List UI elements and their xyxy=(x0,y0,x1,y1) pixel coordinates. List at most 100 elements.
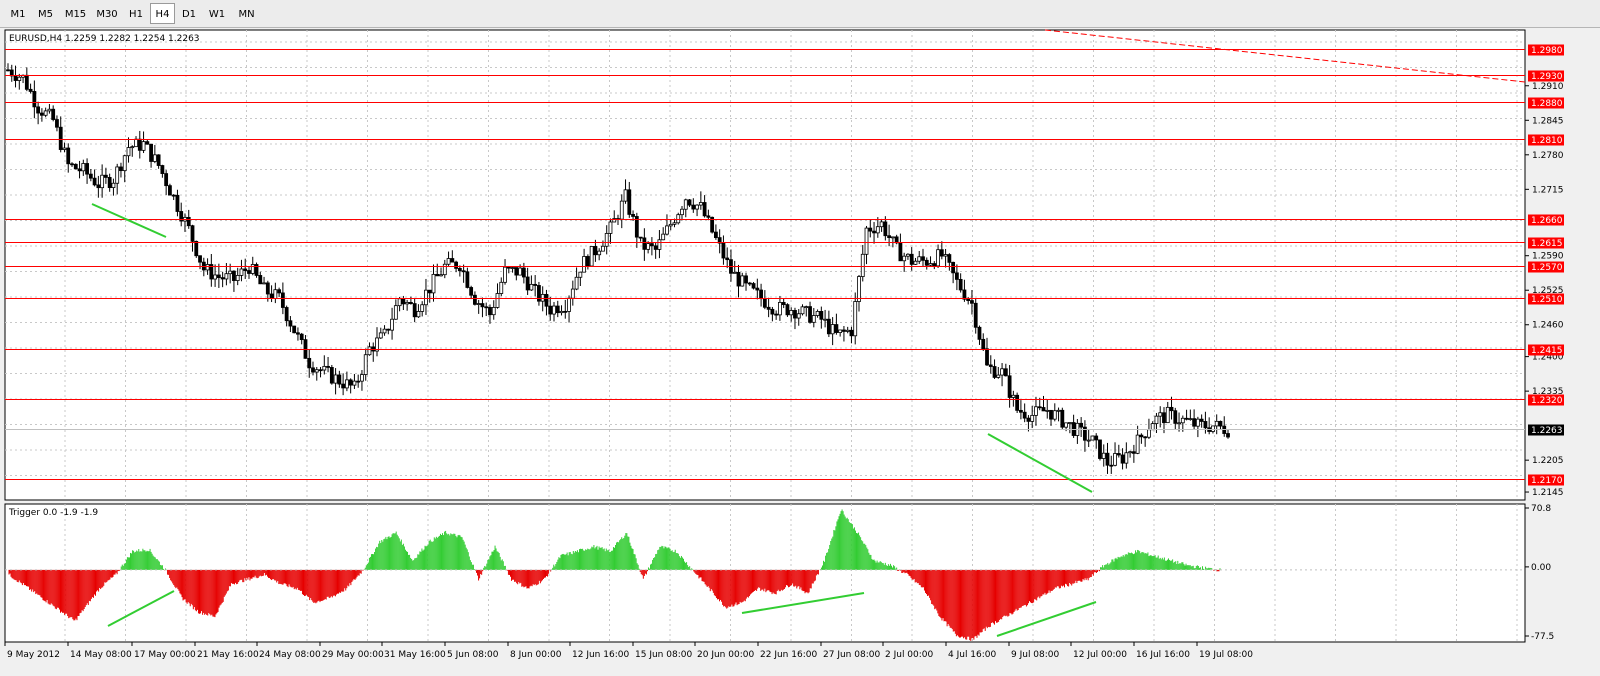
timeframe-button-w1[interactable]: W1 xyxy=(203,3,231,24)
time-axis-label: 9 May 2012 xyxy=(7,650,60,660)
candle-body xyxy=(924,259,929,266)
candle-body xyxy=(762,298,767,308)
candle-body xyxy=(958,278,963,291)
candle-body xyxy=(1034,406,1038,416)
candle-body xyxy=(243,268,248,271)
timeframe-button-d1[interactable]: D1 xyxy=(176,3,202,24)
candle-body xyxy=(823,318,827,321)
candle-body xyxy=(499,281,504,294)
candle-body xyxy=(988,364,993,367)
candle-body xyxy=(333,374,338,384)
timeframe-button-mn[interactable]: MN xyxy=(232,3,261,24)
candle-body xyxy=(725,257,730,261)
candle-body xyxy=(39,112,44,116)
candle-body xyxy=(454,261,458,269)
candle-body xyxy=(819,311,824,320)
candle-body xyxy=(909,253,914,265)
candle-body xyxy=(894,236,899,244)
candle-body xyxy=(1030,414,1035,422)
candle-body xyxy=(363,354,368,375)
timeframe-button-h4[interactable]: H4 xyxy=(150,3,175,24)
candle-body xyxy=(778,302,782,316)
candle-body xyxy=(13,75,18,81)
candle-body xyxy=(977,326,982,340)
candle-body xyxy=(111,182,116,189)
timeframe-button-m1[interactable]: M1 xyxy=(5,3,31,24)
candle-body xyxy=(352,380,357,386)
candle-body xyxy=(759,289,763,300)
candle-body xyxy=(510,267,515,269)
candle-body xyxy=(917,256,922,262)
candle-body xyxy=(785,304,790,316)
candle-body xyxy=(774,313,779,316)
candle-body xyxy=(85,163,89,175)
candle-body xyxy=(1067,422,1072,424)
main-chart-header: EURUSD,H4 1.2259 1.2282 1.2254 1.2263 xyxy=(9,34,200,44)
candle-body xyxy=(104,174,108,178)
candle-body xyxy=(1041,407,1046,412)
timeframe-button-m15[interactable]: M15 xyxy=(60,3,91,24)
candle-body xyxy=(1116,453,1121,456)
candle-body xyxy=(420,304,425,312)
price-level-label: 1.2320 xyxy=(1531,396,1563,406)
candle-body xyxy=(119,166,123,172)
candle-body xyxy=(405,301,410,305)
candle-body xyxy=(58,126,63,150)
candle-body xyxy=(845,329,850,332)
candle-body xyxy=(1135,434,1140,454)
candle-body xyxy=(480,303,485,308)
candle-body xyxy=(367,346,372,356)
candle-body xyxy=(838,329,843,333)
candle-body xyxy=(107,177,112,189)
candle-body xyxy=(280,292,285,308)
candle-body xyxy=(781,302,786,306)
candle-body xyxy=(665,225,669,235)
candle-body xyxy=(608,221,613,234)
candle-body xyxy=(390,318,394,331)
candle-body xyxy=(875,226,880,234)
candle-body xyxy=(265,282,270,295)
time-axis-label: 12 Jun 16:00 xyxy=(572,650,629,660)
candle-body xyxy=(811,315,816,323)
candle-body xyxy=(439,274,443,277)
candle-body xyxy=(427,289,432,294)
candle-body xyxy=(1090,435,1095,441)
candle-body xyxy=(382,328,387,334)
candle-body xyxy=(431,273,436,294)
time-axis-label: 16 Jul 16:00 xyxy=(1136,650,1190,660)
candle-body xyxy=(235,275,240,281)
candle-body xyxy=(450,258,455,263)
candle-body xyxy=(356,380,361,383)
time-axis-label: 27 Jun 08:00 xyxy=(823,650,880,660)
candle-body xyxy=(698,202,703,206)
price-axis-label: 1.2780 xyxy=(1532,151,1564,161)
candle-body xyxy=(1098,439,1102,459)
candle-body xyxy=(96,184,101,189)
candle-body xyxy=(800,306,805,315)
timeframe-button-m5[interactable]: M5 xyxy=(32,3,59,24)
candle-body xyxy=(702,202,707,217)
candle-body xyxy=(461,270,466,273)
candle-body xyxy=(932,263,937,267)
candle-body xyxy=(6,69,10,72)
candle-body xyxy=(623,189,628,202)
candle-body xyxy=(1143,436,1148,439)
candle-body xyxy=(597,250,602,256)
candle-body xyxy=(1192,418,1197,427)
candle-body xyxy=(186,216,191,227)
candle-body xyxy=(1045,409,1050,412)
indicator-axis-label: -77.5 xyxy=(1531,632,1554,642)
time-axis-label: 15 Jun 08:00 xyxy=(635,650,692,660)
timeframe-button-h1[interactable]: H1 xyxy=(123,3,149,24)
candle-body xyxy=(721,242,726,259)
candle-body xyxy=(1060,409,1065,428)
candle-body xyxy=(970,300,974,304)
candle-body xyxy=(555,305,560,314)
candle-body xyxy=(921,256,925,261)
candle-body xyxy=(680,208,684,216)
candle-body xyxy=(898,242,903,262)
time-axis-label: 19 Jul 08:00 xyxy=(1199,650,1253,660)
candle-body xyxy=(1124,452,1129,464)
timeframe-button-m30[interactable]: M30 xyxy=(92,3,122,24)
candle-body xyxy=(130,146,135,149)
